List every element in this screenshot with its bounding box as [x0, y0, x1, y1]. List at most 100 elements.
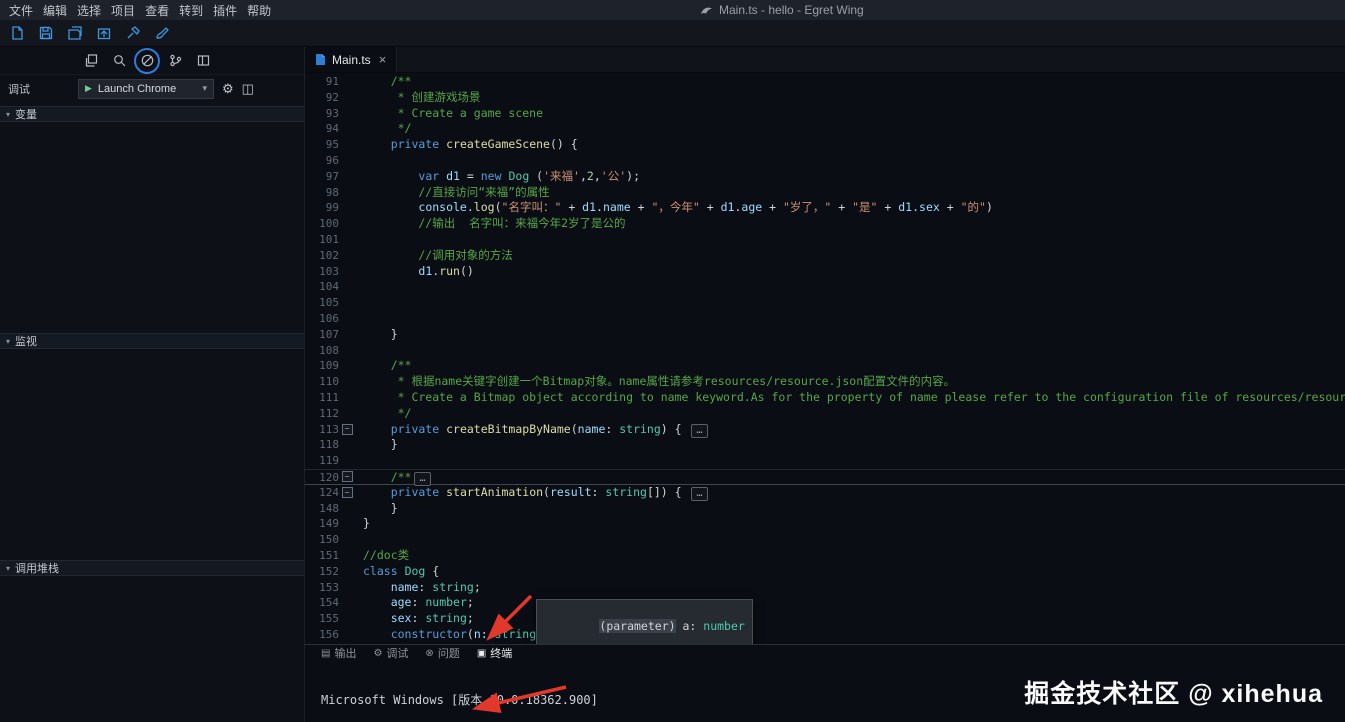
save-icon[interactable]: [38, 25, 54, 41]
fold-gutter: [339, 406, 355, 422]
code-line: 103 d1.run(): [305, 264, 1345, 280]
source-control-icon[interactable]: [168, 53, 183, 68]
line-text: name: string;: [390, 579, 481, 594]
debug-settings-gear-icon[interactable]: ⚙: [222, 81, 234, 97]
line-number: 120: [319, 470, 339, 484]
tooltip-type: number: [703, 618, 745, 633]
fold-gutter: [339, 169, 355, 185]
explorer-icon[interactable]: [84, 53, 99, 68]
fold-gutter: [339, 200, 355, 216]
line-text: }: [363, 326, 398, 341]
search-icon[interactable]: [112, 53, 127, 68]
debug-panel-title: 调试: [8, 83, 30, 96]
fold-gutter: [339, 453, 355, 469]
line-text: * 根据name关键字创建一个Bitmap对象。name属性请参考resourc…: [363, 374, 956, 389]
line-text: [355, 311, 1345, 327]
code-line: 110 * 根据name关键字创建一个Bitmap对象。name属性请参考res…: [305, 374, 1345, 390]
menu-view[interactable]: 查看: [140, 2, 174, 19]
fold-gutter: [339, 248, 355, 264]
window-titlebar: 文件 编辑 选择 项目 查看 转到 插件 帮助 Main.ts - hello …: [0, 0, 1345, 20]
panel-tab-problems[interactable]: ⊗ 问题: [425, 645, 459, 661]
code-line: 98 //直接访问“来福”的属性: [305, 185, 1345, 201]
code-line: 155 sex: string;: [305, 611, 1345, 627]
section-variables[interactable]: ▾ 变量: [0, 106, 304, 122]
publish-icon[interactable]: [154, 25, 170, 41]
fold-gutter: [339, 374, 355, 390]
line-text: /**: [363, 74, 412, 88]
file-ts-icon: [316, 54, 325, 65]
code-editor[interactable]: 91 /** 92 * 创建游戏场景 93 * Create a game scen…: [305, 73, 1345, 644]
layout-icon[interactable]: [196, 53, 211, 68]
fold-marker-icon[interactable]: [339, 470, 355, 484]
save-all-icon[interactable]: [67, 25, 83, 41]
tab-main-ts[interactable]: Main.ts ×: [305, 47, 398, 72]
line-number: 112: [319, 406, 339, 420]
folded-code-ellipsis[interactable]: …: [691, 423, 708, 438]
fold-gutter: [339, 501, 355, 517]
code-line: 151 //doc类: [305, 548, 1345, 564]
fold-gutter: [339, 595, 355, 611]
code-line: 104: [305, 279, 1345, 295]
line-number: 91: [325, 75, 339, 88]
chevron-icon: ▾: [6, 109, 11, 119]
section-callstack[interactable]: ▾ 调用堆栈: [0, 560, 304, 576]
menu-plugin[interactable]: 插件: [208, 2, 242, 19]
menu-file[interactable]: 文件: [4, 2, 38, 19]
code-line: 150: [305, 532, 1345, 548]
line-text: [355, 279, 1345, 295]
line-text: var d1 = new Dog ('来福',2,'公');: [418, 168, 640, 183]
menu-help[interactable]: 帮助: [242, 2, 276, 19]
panel-tab-debug-console[interactable]: ⚙ 调试: [373, 645, 408, 661]
line-text: [355, 295, 1345, 311]
fold-gutter: [339, 137, 355, 153]
fold-gutter: [339, 106, 355, 122]
code-line: 156 constructor(n: string, a: number, s:…: [305, 627, 1345, 643]
fold-gutter: [339, 121, 355, 137]
fold-gutter: [339, 437, 355, 453]
menu-project[interactable]: 项目: [106, 2, 140, 19]
line-number: 102: [319, 248, 339, 262]
fold-gutter: [339, 264, 355, 280]
menu-select[interactable]: 选择: [72, 2, 106, 19]
line-number: 156: [319, 627, 339, 641]
code-line: 91 /**: [305, 74, 1345, 90]
line-text: private createBitmapByName(name: string)…: [355, 422, 1345, 438]
line-text: */: [363, 405, 412, 420]
section-watch[interactable]: ▾ 监视: [0, 333, 304, 349]
line-number: 152: [319, 564, 339, 578]
build-icon[interactable]: [125, 25, 141, 41]
line-text: private startAnimation(result: string[])…: [355, 485, 1345, 501]
close-icon[interactable]: ×: [379, 52, 387, 67]
line-text: //doc类: [363, 547, 410, 562]
export-icon[interactable]: [96, 25, 112, 41]
fold-gutter: [339, 343, 355, 359]
line-number: 113: [319, 422, 339, 436]
line-number: 150: [319, 533, 339, 547]
fold-gutter: [339, 627, 355, 643]
line-number: 98: [325, 185, 339, 199]
fold-gutter: [339, 548, 355, 564]
menu-edit[interactable]: 编辑: [38, 2, 72, 19]
fold-gutter: [339, 232, 355, 248]
code-line: 119: [305, 453, 1345, 469]
start-debug-icon[interactable]: ▶: [85, 83, 92, 94]
panel-tab-output[interactable]: ▤ 输出: [321, 645, 356, 661]
new-file-icon[interactable]: [9, 25, 25, 41]
code-line: 112 */: [305, 406, 1345, 422]
fold-gutter: [339, 279, 355, 295]
problems-icon: ⊗: [425, 647, 434, 659]
code-line: 96: [305, 153, 1345, 169]
section-watch-label: 监视: [15, 336, 38, 348]
debug-console-toggle-icon[interactable]: ◫: [242, 81, 254, 97]
panel-tab-terminal[interactable]: ▣ 终端: [477, 645, 512, 661]
menu-goto[interactable]: 转到: [174, 2, 208, 19]
line-text: constructor(n: string, a: number, s: str…: [390, 626, 710, 641]
line-number: 154: [319, 596, 339, 610]
fold-gutter: [339, 516, 355, 532]
line-number: 103: [319, 264, 339, 278]
line-number: 109: [319, 359, 339, 373]
folded-code-ellipsis[interactable]: …: [691, 486, 708, 501]
fold-marker-icon[interactable]: [339, 422, 355, 438]
debug-config-dropdown[interactable]: ▶ Launch Chrome ▾: [78, 78, 214, 99]
fold-marker-icon[interactable]: [339, 485, 355, 501]
